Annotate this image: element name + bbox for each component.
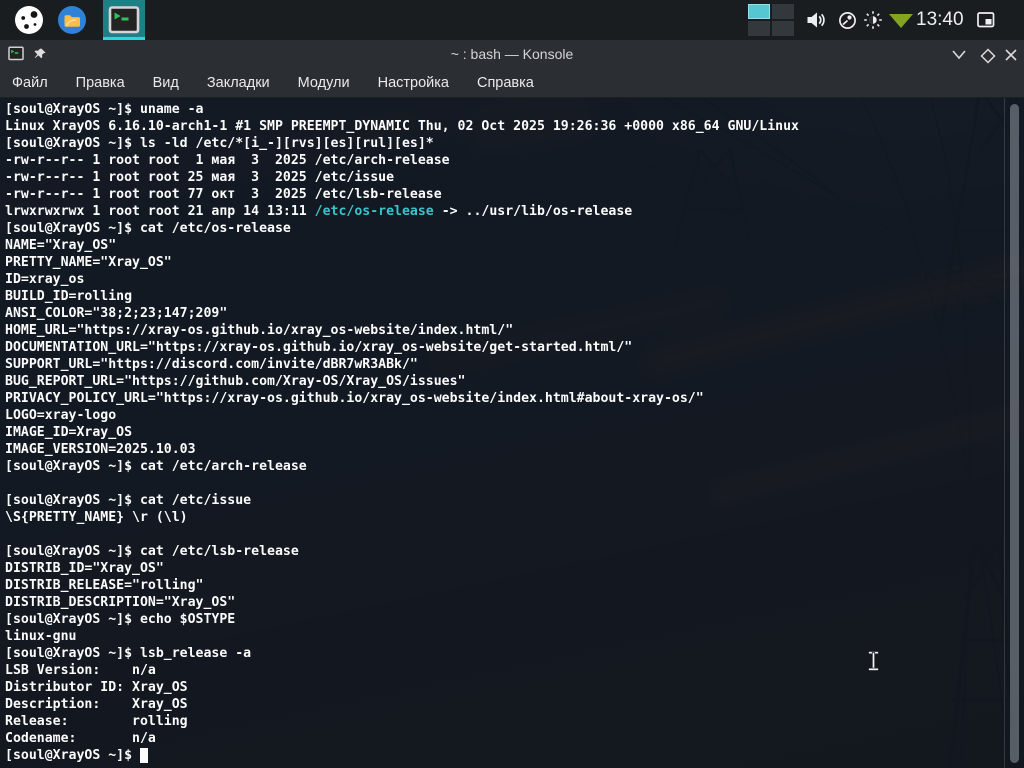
scrollbar-track-divider	[1004, 98, 1005, 768]
terminal-line: BUILD_ID=rolling	[5, 288, 1002, 305]
terminal-line: ANSI_COLOR="38;2;23;147;209"	[5, 305, 1002, 322]
pin-icon	[33, 47, 47, 61]
terminal-line: IMAGE_VERSION=2025.10.03	[5, 441, 1002, 458]
updates-tray-button[interactable]	[888, 13, 914, 34]
scrollbar-thumb[interactable]	[1010, 104, 1019, 763]
menu-view[interactable]: Вид	[139, 69, 193, 97]
speaker-icon	[806, 10, 826, 30]
pager-desktop-4[interactable]	[772, 21, 794, 36]
sun-icon	[863, 10, 883, 30]
terminal-line: [soul@XrayOS ~]$ uname -a	[5, 101, 1002, 118]
terminal-line: [soul@XrayOS ~]$ echo $OSTYPE	[5, 611, 1002, 628]
terminal-line: DOCUMENTATION_URL="https://xray-os.githu…	[5, 339, 1002, 356]
show-desktop-button[interactable]	[977, 12, 995, 33]
terminal-line: [soul@XrayOS ~]$	[5, 747, 1002, 764]
terminal-line: [soul@XrayOS ~]$ cat /etc/issue	[5, 492, 1002, 509]
menu-bar: Файл Правка Вид Закладки Модули Настройк…	[0, 69, 1024, 98]
pager-desktop-2[interactable]	[772, 4, 794, 19]
terminal-line: Distributor ID: Xray_OS	[5, 679, 1002, 696]
menu-settings[interactable]: Настройка	[364, 69, 463, 97]
konsole-mini-icon	[8, 46, 24, 61]
folder-icon	[57, 5, 87, 35]
chevron-down-icon	[951, 49, 967, 61]
terminal-line: LOGO=xray-logo	[5, 407, 1002, 424]
window-titlebar[interactable]: ~ : bash — Konsole	[0, 40, 1024, 69]
terminal-cursor	[140, 748, 148, 763]
terminal-line: -rw-r--r-- 1 root root 77 окт 3 2025 /et…	[5, 186, 1002, 203]
close-button[interactable]	[1004, 48, 1020, 62]
konsole-icon	[108, 6, 140, 34]
window-title: ~ : bash — Konsole	[0, 40, 1024, 69]
file-manager-button[interactable]	[57, 5, 87, 35]
terminal-line: -rw-r--r-- 1 root root 1 мая 3 2025 /etc…	[5, 152, 1002, 169]
terminal-line: BUG_REPORT_URL="https://github.com/Xray-…	[5, 373, 1002, 390]
terminal-line: [soul@XrayOS ~]$ cat /etc/os-release	[5, 220, 1002, 237]
terminal-line: \S{PRETTY_NAME} \r (\l)	[5, 509, 1002, 526]
menu-help[interactable]: Справка	[463, 69, 548, 97]
close-icon	[1004, 48, 1018, 62]
menu-plugins[interactable]: Модули	[284, 69, 364, 97]
digital-clock[interactable]: 13:40	[916, 0, 962, 40]
active-task-underline	[103, 37, 145, 40]
terminal-line	[5, 526, 1002, 543]
menu-bookmarks[interactable]: Закладки	[193, 69, 284, 97]
terminal-line: -rw-r--r-- 1 root root 25 мая 3 2025 /et…	[5, 169, 1002, 186]
tray-app-button[interactable]	[838, 11, 857, 35]
terminal-line: IMAGE_ID=Xray_OS	[5, 424, 1002, 441]
pager-desktop-1[interactable]	[748, 4, 770, 19]
window-menu-button[interactable]	[8, 46, 24, 66]
diamond-icon	[980, 48, 996, 64]
top-panel: 13:40	[0, 0, 1024, 40]
terminal-line: NAME="Xray_OS"	[5, 237, 1002, 254]
pin-button[interactable]	[33, 47, 47, 66]
globe-icon	[838, 11, 857, 30]
terminal-line: PRETTY_NAME="Xray_OS"	[5, 254, 1002, 271]
terminal-output: [soul@XrayOS ~]$ uname -aLinux XrayOS 6.…	[5, 101, 1002, 764]
terminal-line	[5, 475, 1002, 492]
terminal-line: PRIVACY_POLICY_URL="https://xray-os.gith…	[5, 390, 1002, 407]
terminal-line: lrwxrwxrwx 1 root root 21 апр 14 13:11 /…	[5, 203, 1002, 220]
maximize-button[interactable]	[980, 48, 996, 62]
terminal-line: Release: rolling	[5, 713, 1002, 730]
terminal-line: ID=xray_os	[5, 271, 1002, 288]
terminal-line: [soul@XrayOS ~]$ lsb_release -a	[5, 645, 1002, 662]
terminal-line: linux-gnu	[5, 628, 1002, 645]
terminal-line: DISTRIB_RELEASE="rolling"	[5, 577, 1002, 594]
terminal-line: [soul@XrayOS ~]$ cat /etc/lsb-release	[5, 543, 1002, 560]
terminal-line: HOME_URL="https://xray-os.github.io/xray…	[5, 322, 1002, 339]
terminal-viewport[interactable]: [soul@XrayOS ~]$ uname -aLinux XrayOS 6.…	[0, 98, 1024, 768]
green-triangle-icon	[888, 13, 914, 29]
terminal-line: SUPPORT_URL="https://discord.com/invite/…	[5, 356, 1002, 373]
terminal-line: DISTRIB_DESCRIPTION="Xray_OS"	[5, 594, 1002, 611]
terminal-line: DISTRIB_ID="Xray_OS"	[5, 560, 1002, 577]
terminal-line: LSB Version: n/a	[5, 662, 1002, 679]
distro-logo-icon	[14, 5, 44, 35]
pager-desktop-3[interactable]	[748, 21, 770, 36]
menu-file[interactable]: Файл	[0, 69, 62, 97]
terminal-line: Description: Xray_OS	[5, 696, 1002, 713]
taskbar-konsole-task[interactable]	[103, 0, 145, 40]
minimize-button[interactable]	[951, 48, 967, 62]
terminal-line: [soul@XrayOS ~]$ cat /etc/arch-release	[5, 458, 1002, 475]
terminal-line: [soul@XrayOS ~]$ ls -ld /etc/*[i_-][rvs]…	[5, 135, 1002, 152]
virtual-desktop-pager[interactable]	[748, 4, 794, 36]
terminal-line: Codename: n/a	[5, 730, 1002, 747]
app-launcher-button[interactable]	[14, 5, 44, 35]
menu-edit[interactable]: Правка	[62, 69, 139, 97]
terminal-line: Linux XrayOS 6.16.10-arch1-1 #1 SMP PREE…	[5, 118, 1002, 135]
brightness-tray-button[interactable]	[863, 10, 883, 35]
volume-tray-button[interactable]	[806, 10, 826, 35]
show-desktop-icon	[977, 12, 995, 28]
